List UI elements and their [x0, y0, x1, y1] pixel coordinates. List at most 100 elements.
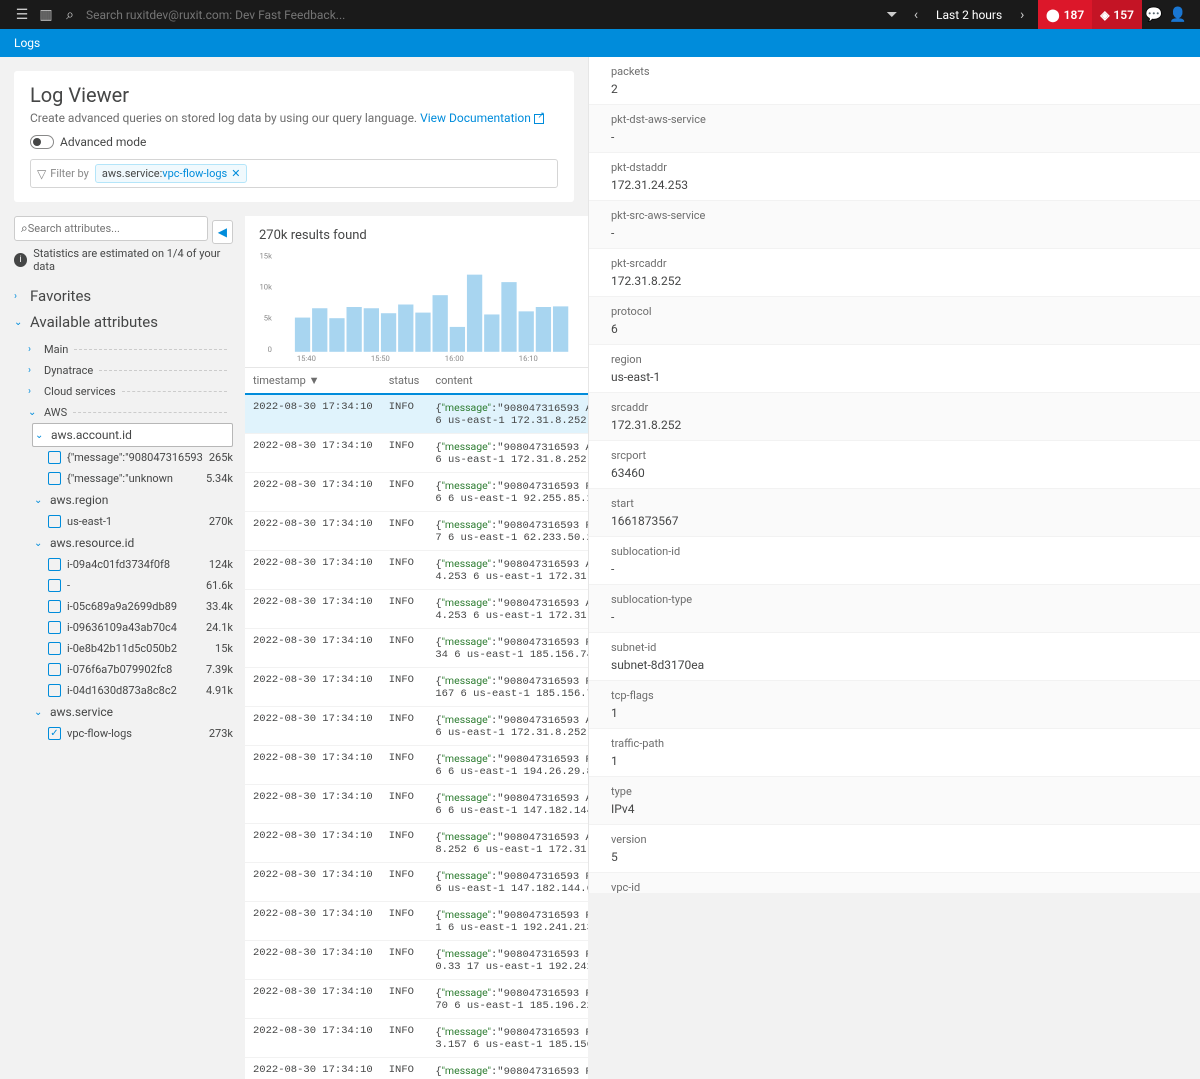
external-link-icon	[534, 114, 544, 124]
favorites-section[interactable]: ›Favorites	[14, 287, 233, 305]
attribute-search-input[interactable]	[28, 222, 201, 235]
log-details-panel[interactable]: packets2pkt-dst-aws-service-pkt-dstaddr1…	[588, 57, 1200, 893]
log-table-wrap[interactable]: timestamp ▼ status content 2022-08-30 17…	[245, 367, 588, 1079]
detail-key: packets	[611, 65, 1178, 78]
problems-count: 187	[1064, 8, 1085, 22]
available-attributes-section[interactable]: ⌄Available attributes	[14, 313, 233, 331]
filter-chip-aws-service[interactable]: aws.service: vpc-flow-logs ✕	[95, 164, 248, 183]
filter-bar[interactable]: ▽ Filter by aws.service: vpc-flow-logs ✕	[30, 159, 558, 188]
checkbox[interactable]: ✓	[48, 727, 61, 740]
detail-key: sublocation-type	[611, 593, 1178, 606]
attr-group-aws.resource.id[interactable]: ⌄aws.resource.id	[32, 532, 233, 554]
detail-key: type	[611, 785, 1178, 798]
log-row[interactable]: 2022-08-30 17:34:10INFO{"message":"90804…	[245, 902, 588, 941]
problems-indicator[interactable]: ⬤187	[1038, 0, 1092, 29]
log-row[interactable]: 2022-08-30 17:34:10INFO{"message":"90804…	[245, 746, 588, 785]
chevron-down-icon: ⌄	[34, 538, 46, 549]
user-icon[interactable]: 👤	[1166, 7, 1190, 23]
attr-value[interactable]: ✓vpc-flow-logs273k	[48, 723, 233, 744]
search-icon[interactable]: ⌕	[58, 7, 82, 23]
attr-group-aws.region[interactable]: ⌄aws.region	[32, 489, 233, 511]
attr-value[interactable]: us-east-1270k	[48, 511, 233, 532]
log-row[interactable]: 2022-08-30 17:34:10INFO{"message":"90804…	[245, 1058, 588, 1079]
log-row[interactable]: 2022-08-30 17:34:10INFO{"message":"90804…	[245, 1019, 588, 1058]
log-row[interactable]: 2022-08-30 17:34:10INFO{"message":"90804…	[245, 512, 588, 551]
results-histogram[interactable]: 05k10k15k15:4015:5016:0016:10	[245, 247, 588, 367]
log-row[interactable]: 2022-08-30 17:34:10INFO{"message":"90804…	[245, 707, 588, 746]
breadcrumb-logs[interactable]: Logs	[14, 36, 40, 50]
time-prev-icon[interactable]: ‹	[904, 7, 928, 23]
search-input[interactable]	[82, 4, 482, 26]
detail-row: packets2	[589, 57, 1200, 105]
timeframe-selector[interactable]: Last 2 hours	[928, 8, 1010, 22]
log-row[interactable]: 2022-08-30 17:34:10INFO{"message":"90804…	[245, 980, 588, 1019]
checkbox[interactable]	[48, 579, 61, 592]
log-row[interactable]: 2022-08-30 17:34:10INFO{"message":"90804…	[245, 551, 588, 590]
attr-value[interactable]: i-09636109a43ab70c424.1k	[48, 617, 233, 638]
filter-icon[interactable]: ⏷	[880, 7, 904, 23]
attr-value[interactable]: i-05c689a9a2699db8933.4k	[48, 596, 233, 617]
attr-value[interactable]: i-076f6a7b079902fc87.39k	[48, 659, 233, 680]
log-row[interactable]: 2022-08-30 17:34:10INFO{"message":"90804…	[245, 941, 588, 980]
attr-value[interactable]: -61.6k	[48, 575, 233, 596]
log-row[interactable]: 2022-08-30 17:34:10INFO{"message":"90804…	[245, 824, 588, 863]
attribute-search[interactable]: ⌕	[14, 216, 208, 241]
category-dynatrace[interactable]: ›Dynatrace	[28, 360, 233, 381]
log-row[interactable]: 2022-08-30 17:34:10INFO{"message":"90804…	[245, 668, 588, 707]
checkbox[interactable]	[48, 684, 61, 697]
remove-chip-icon[interactable]: ✕	[231, 167, 240, 180]
view-documentation-link[interactable]: View Documentation	[420, 111, 544, 125]
checkbox[interactable]	[48, 642, 61, 655]
log-row[interactable]: 2022-08-30 17:34:10INFO{"message":"90804…	[245, 434, 588, 473]
chevron-right-icon: ›	[28, 344, 40, 355]
category-main[interactable]: ›Main	[28, 339, 233, 360]
attr-group-aws.service[interactable]: ⌄aws.service	[32, 701, 233, 723]
checkbox[interactable]	[48, 515, 61, 528]
svg-text:15k: 15k	[259, 252, 272, 261]
attr-value[interactable]: i-0e8b42b11d5c050b215k	[48, 638, 233, 659]
detail-value: -	[611, 130, 1178, 144]
log-row[interactable]: 2022-08-30 17:34:10INFO{"message":"90804…	[245, 629, 588, 668]
dashboard-icon[interactable]: ▥	[34, 7, 58, 23]
detail-row: pkt-src-aws-service-	[589, 201, 1200, 249]
global-search[interactable]	[82, 4, 880, 26]
detail-row: vpc-idvpc-6deb7617"}	[589, 873, 1200, 893]
log-row[interactable]: 2022-08-30 17:34:10INFO{"message":"90804…	[245, 473, 588, 512]
checkbox[interactable]	[48, 472, 61, 485]
log-row[interactable]: 2022-08-30 17:34:10INFO{"message":"90804…	[245, 863, 588, 902]
log-row[interactable]: 2022-08-30 17:34:10INFO{"message":"90804…	[245, 394, 588, 434]
checkbox[interactable]	[48, 600, 61, 613]
page-header: Log Viewer Create advanced queries on st…	[14, 71, 574, 202]
log-row[interactable]: 2022-08-30 17:34:10INFO{"message":"90804…	[245, 785, 588, 824]
attr-value[interactable]: i-09a4c01fd3734f0f8124k	[48, 554, 233, 575]
col-timestamp[interactable]: timestamp ▼	[245, 368, 381, 394]
attr-value[interactable]: i-04d1630d873a8c8c24.91k	[48, 680, 233, 701]
chat-icon[interactable]: 💬	[1142, 7, 1166, 23]
advanced-mode-toggle[interactable]	[30, 135, 54, 149]
detail-value: 172.31.8.252	[611, 418, 1178, 432]
detail-row: sublocation-type-	[589, 585, 1200, 633]
time-next-icon[interactable]: ›	[1010, 7, 1034, 23]
category-aws[interactable]: ⌄AWS	[28, 402, 233, 423]
col-content[interactable]: content	[427, 368, 588, 394]
attr-group-aws.account.id[interactable]: ⌄aws.account.id	[32, 423, 233, 447]
attr-value[interactable]: {"message":"unknown5.34k	[48, 468, 233, 489]
security-indicator[interactable]: ◈157	[1092, 0, 1142, 29]
detail-row: version5	[589, 825, 1200, 873]
checkbox[interactable]	[48, 451, 61, 464]
advanced-mode-label: Advanced mode	[60, 135, 146, 149]
category-cloud[interactable]: ›Cloud services	[28, 381, 233, 402]
detail-row: srcport63460	[589, 441, 1200, 489]
detail-value: 1661873567	[611, 514, 1178, 528]
menu-icon[interactable]: ☰	[10, 7, 34, 23]
checkbox[interactable]	[48, 558, 61, 571]
shield-icon: ◈	[1100, 8, 1109, 22]
log-row[interactable]: 2022-08-30 17:34:10INFO{"message":"90804…	[245, 590, 588, 629]
run-query-button[interactable]: ◀	[212, 220, 233, 244]
detail-key: srcaddr	[611, 401, 1178, 414]
col-status[interactable]: status	[381, 368, 428, 394]
checkbox[interactable]	[48, 621, 61, 634]
attr-value[interactable]: {"message":"908047316593265k	[48, 447, 233, 468]
checkbox[interactable]	[48, 663, 61, 676]
detail-key: pkt-dstaddr	[611, 161, 1178, 174]
